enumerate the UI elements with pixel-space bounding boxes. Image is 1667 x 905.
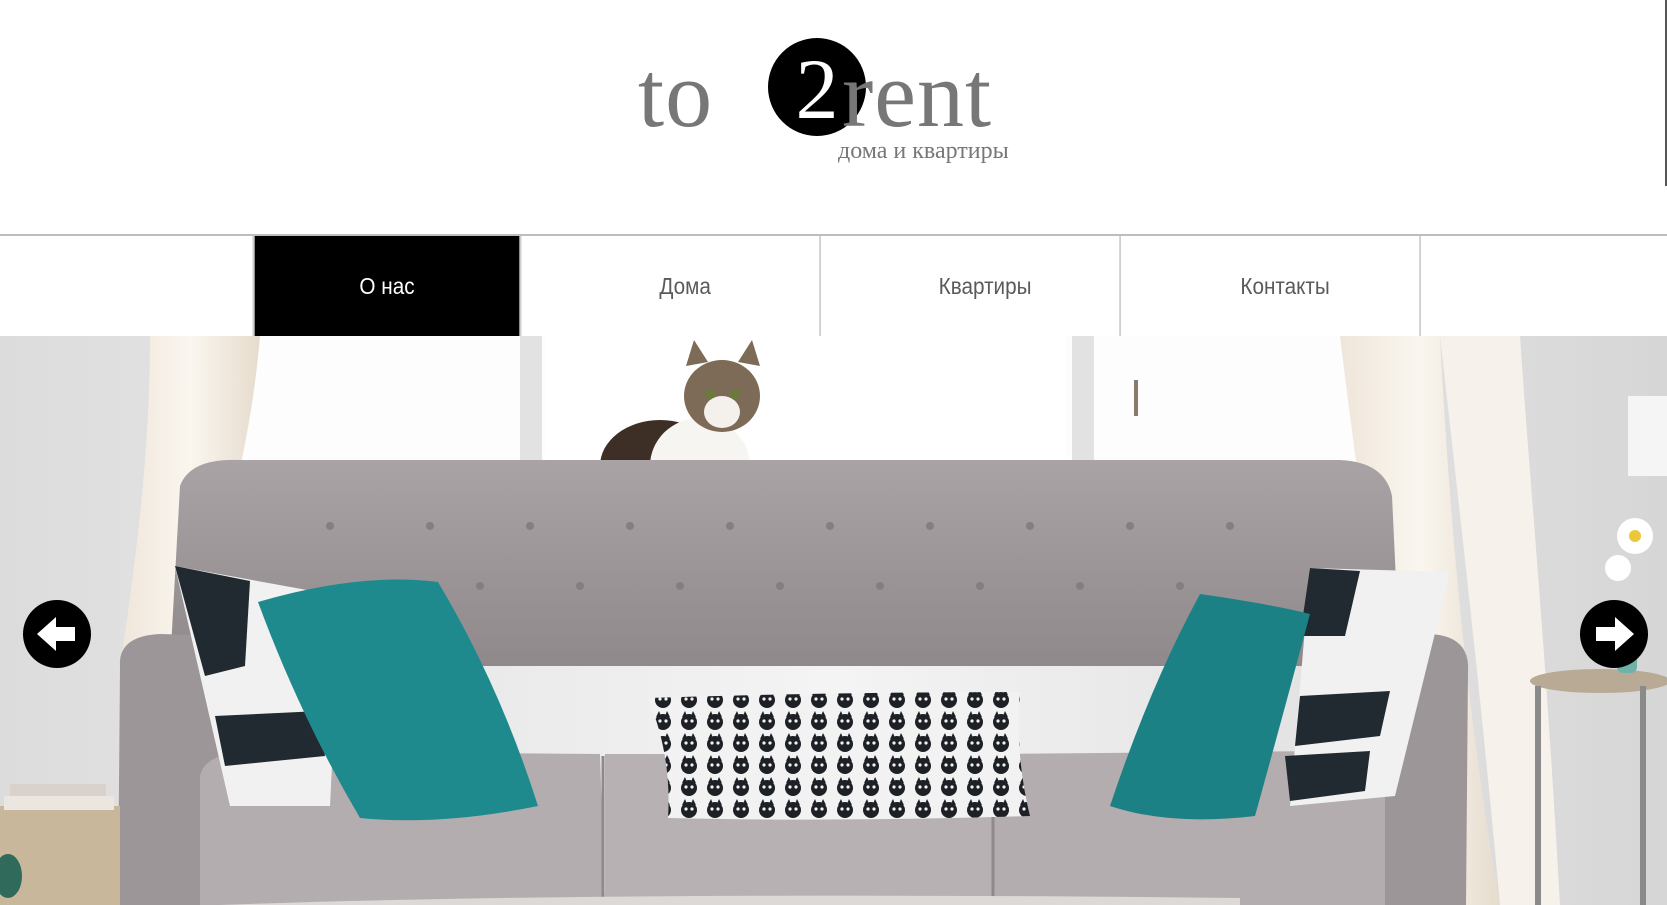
logo-word-to: to bbox=[638, 43, 714, 147]
hero-slider[interactable] bbox=[0, 336, 1667, 905]
nav-item-label: Квартиры bbox=[938, 272, 1032, 299]
nav-item-label: О нас bbox=[359, 272, 415, 299]
site-header: to 2 rent дома и квартиры bbox=[0, 0, 1667, 234]
main-nav: О нас Дома Квартиры Контакты bbox=[0, 234, 1667, 336]
logo-tagline: дома и квартиры bbox=[838, 138, 1009, 164]
nav-item-houses[interactable]: Дома bbox=[551, 236, 821, 336]
logo-word-rent: rent bbox=[842, 43, 993, 147]
nav-item-label: Дома bbox=[659, 272, 711, 299]
slider-prev-button[interactable] bbox=[23, 600, 91, 668]
nav-item-about[interactable]: О нас bbox=[252, 236, 522, 336]
nav-item-apartments[interactable]: Квартиры bbox=[851, 236, 1121, 336]
nav-item-contacts[interactable]: Контакты bbox=[1151, 236, 1421, 336]
arrow-right-icon bbox=[1596, 617, 1634, 651]
arrow-left-icon bbox=[37, 617, 75, 651]
nav-item-label: Контакты bbox=[1240, 272, 1330, 299]
site-logo[interactable]: to 2 rent дома и квартиры bbox=[638, 30, 1058, 180]
hero-image bbox=[0, 336, 1667, 905]
slider-next-button[interactable] bbox=[1580, 600, 1648, 668]
